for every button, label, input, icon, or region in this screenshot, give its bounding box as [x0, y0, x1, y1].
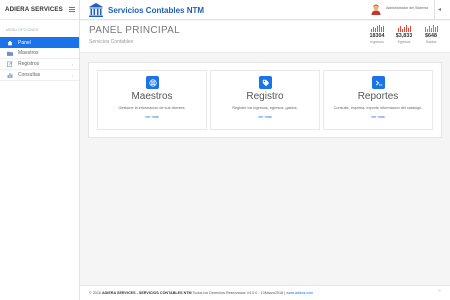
cards-panel: Maestros Gestione la informacion de sus …: [88, 62, 442, 138]
terminal-icon: [372, 76, 385, 89]
card-link-ver-mas[interactable]: ver mas: [324, 115, 432, 119]
stat-value: 18304: [369, 33, 385, 39]
card-maestros: Maestros Gestione la informacion de sus …: [97, 70, 207, 130]
sidebar-item-label: Maestros: [18, 50, 39, 56]
card-description: Gestione la informacion de sus clientes.: [118, 106, 186, 110]
stat-saldos: $648 Saldos: [421, 25, 441, 44]
card-title: Registro: [246, 91, 284, 102]
sidebar-item-label: Panel: [18, 39, 31, 46]
sparkline-bars: [370, 25, 384, 32]
header-divider: [434, 0, 435, 20]
folder-icon: [6, 50, 13, 56]
sidebar-item-label: Consultas: [18, 72, 41, 78]
stat-label: Ingresos: [370, 40, 384, 44]
bank-logo-icon: [89, 3, 103, 17]
card-title: Reportes: [357, 91, 399, 102]
scroll-top-icon[interactable]: ⌃: [437, 289, 442, 296]
sidebar-item-registros[interactable]: Registros ‹: [0, 59, 79, 70]
card-link-ver-mas[interactable]: ver mas: [211, 115, 319, 119]
sparkline-bars: [424, 25, 438, 32]
footer: © 2018 ADIERA SERVICES - SERVICIOS CONTA…: [80, 285, 450, 300]
stat-value: $3,833: [395, 33, 413, 39]
chart-icon: [6, 72, 13, 78]
card-registro: Registro Registre los ingresos, egresos,…: [210, 70, 320, 130]
home-icon: [6, 40, 13, 46]
database-icon: [146, 76, 159, 89]
stat-egresos: $3,833 Egresos: [394, 25, 414, 44]
sidebar-brand-bar: ADIERA SERVICES: [0, 0, 79, 20]
chevron-left-icon: ‹: [71, 72, 73, 78]
footer-copyright: © 2018: [89, 291, 101, 295]
tag-icon: [259, 76, 272, 89]
stat-label: Egresos: [397, 40, 411, 44]
sidebar-item-consultas[interactable]: Consultas ‹: [0, 70, 79, 81]
stats-group: 18304 Ingresos $3,833 Egresos $648 Saldo…: [367, 25, 441, 44]
page-title: PANEL PRINCIPAL: [89, 25, 181, 36]
card-reportes: Reportes Consulte, imprima, exporte info…: [323, 70, 433, 130]
menu-toggle-icon[interactable]: [69, 7, 75, 12]
sidebar-item-maestros[interactable]: Maestros: [0, 48, 79, 59]
sparkline-bars: [397, 25, 411, 32]
chevron-left-icon: ‹: [71, 61, 73, 67]
sidebar: ADIERA SERVICES MENU OPCIONES Panel Maes…: [0, 0, 80, 300]
top-header: Servicios Contables NTM Administrador de…: [80, 0, 450, 20]
card-description: Registre los ingresos, egresos, gastos.: [232, 106, 298, 110]
footer-brand: ADIERA SERVICES - SERVICIOS CONTABLES NT…: [101, 291, 192, 295]
footer-text: © 2018 ADIERA SERVICES - SERVICIOS CONTA…: [89, 291, 313, 295]
chevron-left-icon[interactable]: ◂: [438, 6, 441, 13]
edit-icon: [6, 61, 13, 67]
stat-ingresos: 18304 Ingresos: [367, 25, 387, 44]
stat-label: Saldos: [425, 40, 437, 44]
menu-caption: MENU OPCIONES: [6, 28, 39, 32]
app-title: Servicios Contables NTM: [108, 6, 205, 15]
user-name[interactable]: Administrador del Sistema: [386, 6, 428, 10]
stat-value: $648: [425, 33, 437, 39]
sidebar-item-label: Registros: [18, 61, 40, 67]
footer-link[interactable]: www.adiera.com: [286, 291, 313, 295]
sidebar-item-panel[interactable]: Panel: [0, 37, 79, 48]
page-header: PANEL PRINCIPAL Servicios Contables 1830…: [80, 21, 450, 53]
main-content: Maestros Gestione la informacion de sus …: [80, 53, 450, 285]
card-link-ver-mas[interactable]: ver mas: [98, 115, 206, 119]
card-title: Maestros: [131, 91, 173, 102]
brand-name: ADIERA SERVICES: [5, 6, 63, 13]
card-description: Consulte, imprima, exporte informacion d…: [333, 106, 423, 110]
footer-rights: Todos los Derechos Reservados V4.0.0 - 1…: [192, 291, 286, 295]
user-avatar[interactable]: [371, 4, 381, 15]
page-subtitle: Servicios Contables: [89, 39, 134, 45]
